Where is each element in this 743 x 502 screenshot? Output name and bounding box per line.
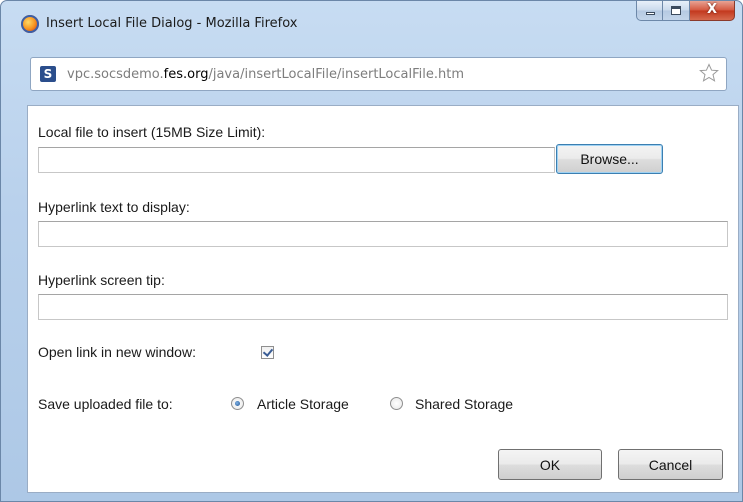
ok-button[interactable]: OK — [498, 449, 602, 480]
star-icon[interactable] — [699, 63, 719, 83]
maximize-button[interactable] — [663, 1, 690, 21]
caption-buttons: X — [636, 1, 735, 23]
hyperlink-text-label: Hyperlink text to display: — [38, 199, 190, 215]
new-window-label: Open link in new window: — [38, 344, 196, 360]
address-bar[interactable]: S vpc.socsdemo.fes.org/java/insertLocalF… — [30, 57, 727, 91]
minimize-button[interactable] — [636, 1, 663, 21]
url-prefix: vpc.socsdemo. — [67, 67, 164, 82]
shared-storage-radio[interactable] — [390, 397, 403, 410]
save-to-label: Save uploaded file to: — [38, 396, 173, 412]
title-bar[interactable]: Insert Local File Dialog - Mozilla Firef… — [1, 1, 742, 47]
shared-storage-label[interactable]: Shared Storage — [415, 396, 513, 412]
url-text[interactable]: vpc.socsdemo.fes.org/java/insertLocalFil… — [67, 67, 464, 82]
browse-button[interactable]: Browse... — [556, 144, 663, 174]
browser-window: Insert Local File Dialog - Mozilla Firef… — [0, 0, 743, 502]
close-button[interactable]: X — [690, 1, 735, 21]
file-path-input[interactable] — [38, 147, 555, 173]
window-title: Insert Local File Dialog - Mozilla Firef… — [46, 16, 298, 31]
close-icon: X — [706, 2, 718, 17]
hyperlink-text-input[interactable] — [38, 221, 728, 247]
dialog-content: Local file to insert (15MB Size Limit): … — [27, 105, 739, 493]
cancel-button[interactable]: Cancel — [618, 449, 723, 480]
site-favicon-icon: S — [40, 66, 56, 82]
article-storage-radio[interactable] — [231, 397, 244, 410]
file-label: Local file to insert (15MB Size Limit): — [38, 124, 266, 140]
new-window-checkbox[interactable] — [261, 346, 274, 359]
url-host: fes.org — [163, 67, 209, 82]
article-storage-label[interactable]: Article Storage — [257, 396, 349, 412]
firefox-icon — [21, 15, 39, 33]
url-path: /java/insertLocalFile/insertLocalFile.ht… — [208, 67, 464, 82]
screen-tip-label: Hyperlink screen tip: — [38, 272, 165, 288]
screen-tip-input[interactable] — [38, 294, 728, 320]
